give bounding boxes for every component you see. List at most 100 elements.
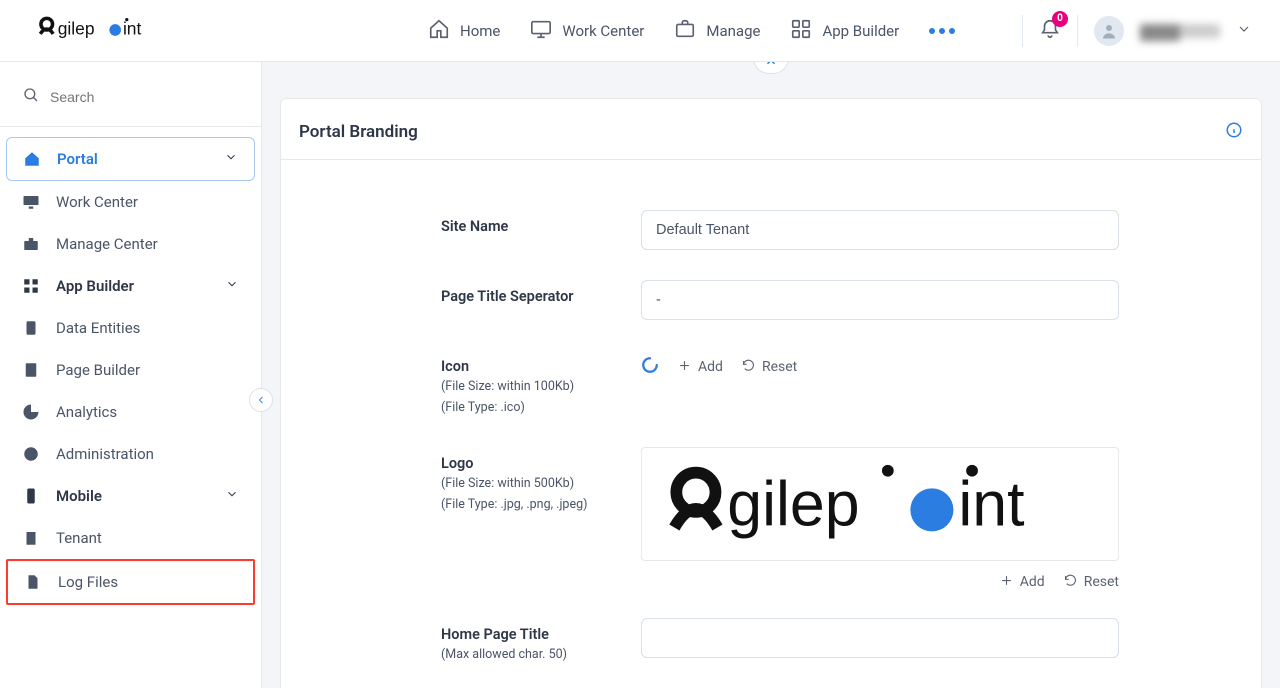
reset-icon [1063, 573, 1078, 592]
sidebar-item-page-builder[interactable]: Page Builder [6, 349, 255, 391]
nav-app-builder[interactable]: App Builder [790, 18, 899, 44]
svg-text:int: int [958, 469, 1024, 539]
reset-label: Reset [762, 359, 797, 375]
sidebar-item-label: Administration [56, 445, 239, 463]
sidebar: Portal Work Center Manage Center App Bui… [0, 62, 262, 688]
monitor-icon [530, 18, 552, 44]
reset-label: Reset [1084, 574, 1119, 590]
sidebar-item-label: Analytics [56, 403, 239, 421]
divider [1022, 15, 1023, 47]
nav-more[interactable] [929, 28, 955, 34]
sidebar-item-label: Manage Center [56, 235, 239, 253]
search-icon [22, 86, 40, 108]
sidebar-item-app-builder[interactable]: App Builder [6, 265, 255, 307]
svg-text:gilep: gilep [727, 469, 859, 539]
top-nav: Home Work Center Manage App Builder [428, 18, 955, 44]
logo-reset-button[interactable]: Reset [1063, 573, 1119, 592]
svg-text:int: int [123, 18, 142, 38]
logo-label: Logo [441, 455, 641, 472]
favicon-preview [641, 356, 659, 378]
logo-hint-size: (File Size: within 500Kb) [441, 476, 641, 493]
database-icon [22, 319, 40, 337]
plus-icon [677, 358, 692, 377]
icon-reset-button[interactable]: Reset [741, 358, 797, 377]
sidebar-item-mobile[interactable]: Mobile [6, 475, 255, 517]
nav-manage-label: Manage [706, 22, 760, 40]
collapse-sidebar-button[interactable] [249, 388, 273, 412]
nav-app-builder-label: App Builder [822, 22, 899, 40]
sidebar-item-label: Data Entities [56, 319, 239, 337]
user-menu-toggle[interactable] [1236, 21, 1252, 41]
file-icon [24, 573, 42, 591]
app-logo: gilep int [28, 11, 183, 50]
sidebar-item-tenant[interactable]: Tenant [6, 517, 255, 559]
briefcase-icon [22, 235, 40, 253]
add-label: Add [1020, 574, 1045, 590]
icon-hint-size: (File Size: within 100Kb) [441, 379, 641, 396]
pie-chart-icon [22, 403, 40, 421]
grid-icon [22, 277, 40, 295]
sidebar-item-label: App Builder [56, 277, 209, 295]
page-icon [22, 361, 40, 379]
sidebar-item-manage-center[interactable]: Manage Center [6, 223, 255, 265]
sidebar-search[interactable] [0, 72, 261, 126]
sidebar-item-label: Portal [57, 150, 208, 168]
logo-preview: gilep int [641, 447, 1119, 561]
nav-home-label: Home [460, 22, 500, 40]
sidebar-item-portal[interactable]: Portal [6, 137, 255, 181]
app-header: gilep int Home Work Center Manage App Bu… [0, 0, 1280, 62]
icon-label: Icon [441, 358, 641, 375]
field-home-title: Home Page Title (Max allowed char. 50) [441, 618, 1221, 664]
sidebar-item-label: Tenant [56, 529, 239, 547]
chevron-down-icon [225, 277, 239, 295]
add-label: Add [698, 359, 723, 375]
notifications-button[interactable]: 0 [1039, 18, 1061, 44]
info-icon[interactable] [1225, 121, 1243, 143]
site-name-input[interactable] [641, 210, 1119, 250]
briefcase-icon [674, 18, 696, 44]
collapse-header-button[interactable] [753, 62, 789, 74]
plus-icon [999, 573, 1014, 592]
reset-icon [741, 358, 756, 377]
building-icon [22, 529, 40, 547]
header-right: 0 ████ [1022, 15, 1252, 47]
nav-work-center-label: Work Center [562, 22, 644, 40]
sidebar-item-label: Work Center [56, 193, 239, 211]
logo-hint-type: (File Type: .jpg, .png, .jpeg) [441, 497, 641, 514]
icon-add-button[interactable]: Add [677, 358, 723, 377]
sidebar-item-label: Page Builder [56, 361, 239, 379]
field-logo: Logo (File Size: within 500Kb) (File Typ… [441, 447, 1221, 592]
panel-title: Portal Branding [299, 122, 418, 142]
nav-manage[interactable]: Manage [674, 18, 760, 44]
home-icon [23, 150, 41, 168]
chevron-down-icon [225, 487, 239, 505]
search-input[interactable] [50, 89, 239, 105]
nav-home[interactable]: Home [428, 18, 500, 44]
sidebar-item-label: Mobile [56, 487, 209, 505]
home-title-label: Home Page Title [441, 626, 641, 643]
branding-form: Site Name Page Title Seperator Icon (Fil… [281, 160, 1261, 664]
sidebar-item-analytics[interactable]: Analytics [6, 391, 255, 433]
user-shield-icon [22, 445, 40, 463]
panel-header: Portal Branding [281, 99, 1261, 160]
sidebar-item-log-files[interactable]: Log Files [6, 559, 255, 605]
notification-badge: 0 [1052, 11, 1068, 27]
main-area: Portal Branding Site Name Page Title Sep… [262, 62, 1280, 688]
separator-input[interactable] [641, 280, 1119, 320]
bell-icon [1039, 28, 1061, 44]
field-site-name: Site Name [441, 210, 1221, 250]
divider [1077, 15, 1078, 47]
icon-hint-type: (File Type: .ico) [441, 400, 641, 417]
sidebar-item-data-entities[interactable]: Data Entities [6, 307, 255, 349]
home-title-input[interactable] [641, 618, 1119, 658]
field-separator: Page Title Seperator [441, 280, 1221, 320]
home-icon [428, 18, 450, 44]
sidebar-item-label: Log Files [58, 573, 237, 591]
sidebar-item-work-center[interactable]: Work Center [6, 181, 255, 223]
user-avatar[interactable] [1094, 16, 1124, 46]
nav-work-center[interactable]: Work Center [530, 18, 644, 44]
logo-add-button[interactable]: Add [999, 573, 1045, 592]
sidebar-list: Portal Work Center Manage Center App Bui… [0, 126, 261, 605]
sidebar-item-administration[interactable]: Administration [6, 433, 255, 475]
field-icon: Icon (File Size: within 100Kb) (File Typ… [441, 350, 1221, 417]
